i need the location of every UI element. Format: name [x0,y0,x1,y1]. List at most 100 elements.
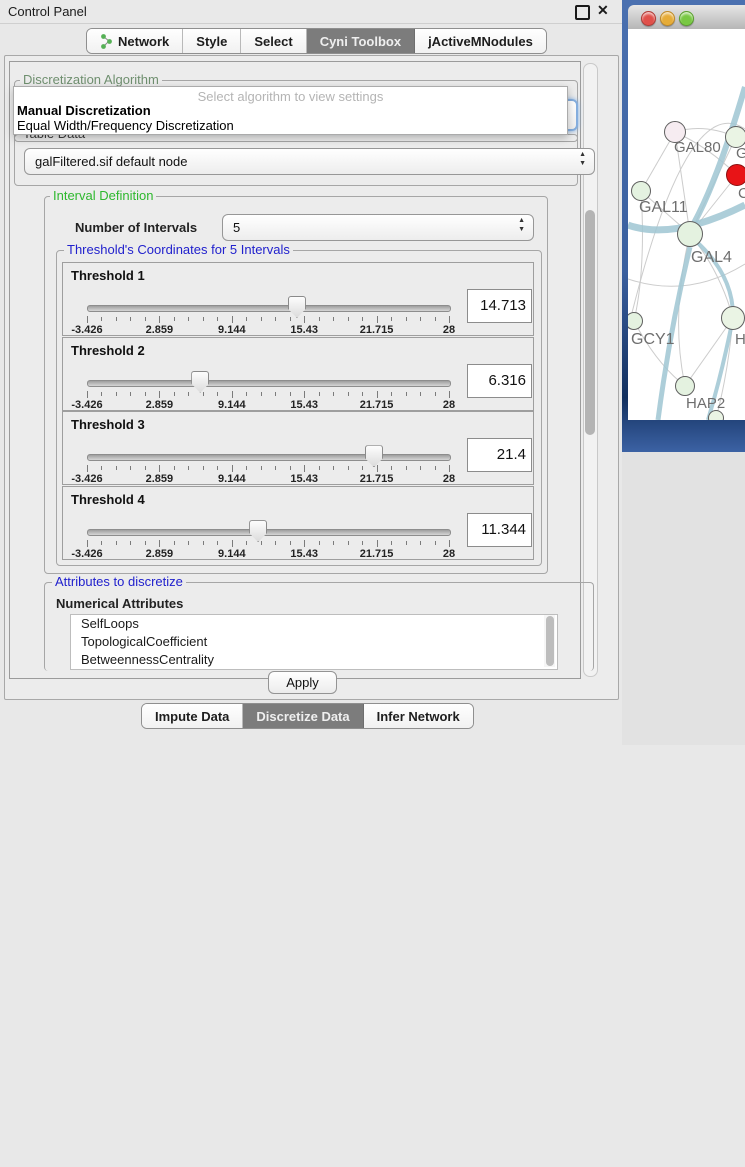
tick-label: 9.144 [218,473,246,485]
apply-button[interactable]: Apply [268,671,337,694]
network-node[interactable] [708,410,724,420]
popup-item-equal-width-frequency[interactable]: Equal Width/Frequency Discretization [17,118,234,133]
numerical-attributes-label: Numerical Attributes [56,596,183,611]
node-label-gcy1: GCY1 [631,331,675,349]
tick-label: -3.426 [71,473,102,485]
tab-label: Impute Data [155,709,229,724]
threshold-1-label: Threshold 1 [71,268,145,283]
control-panel: Control Panel ✕ Network Style Select Cyni T… [0,0,622,745]
tab-network[interactable]: Network [87,29,183,53]
tick-label: 2.859 [146,548,174,560]
tick-label: 28 [443,473,455,485]
tab-label: Style [196,34,227,49]
attribute-item-betweennesscentrality[interactable]: BetweennessCentrality [71,651,557,669]
tab-select[interactable]: Select [241,29,306,53]
tab-label: Infer Network [377,709,460,724]
threshold-2-label: Threshold 2 [71,343,145,358]
tab-label: Select [254,34,292,49]
network-node-gal4[interactable] [677,221,703,247]
slider-tick-labels: -3.4262.8599.14415.4321.71528 [87,473,449,485]
close-traffic-light[interactable] [641,11,656,26]
network-node-gal11[interactable] [631,181,651,201]
zoom-traffic-light[interactable] [679,11,694,26]
tick-label: 15.43 [290,473,318,485]
threshold-1-slider-track[interactable] [87,305,451,312]
tab-impute-data[interactable]: Impute Data [142,704,243,728]
tab-style[interactable]: Style [183,29,241,53]
threshold-2-panel: Threshold 2-3.4262.8599.14415.4321.71528… [62,337,534,411]
node-label-hap2: HAP2 [686,395,725,412]
tick-label: 2.859 [146,399,174,411]
slider-tick-labels: -3.4262.8599.14415.4321.71528 [87,399,449,411]
tick-label: 15.43 [290,399,318,411]
algorithm-group-title: Discretization Algorithm [20,73,162,87]
numerical-attributes-list[interactable]: SelfLoopsTopologicalCoefficientBetweenne… [70,614,558,670]
tab-discretize-data[interactable]: Discretize Data [243,704,363,728]
slider-ticks [87,539,449,548]
tick-label: 21.715 [360,324,394,336]
tab-infer-network[interactable]: Infer Network [364,704,473,728]
slider-tick-labels: -3.4262.8599.14415.4321.71528 [87,548,449,560]
tick-label: 9.144 [218,324,246,336]
slider-ticks [87,390,449,399]
popup-item-manual-discretization[interactable]: Manual Discretization [17,103,151,118]
threshold-4-value-field[interactable]: 11.344 [467,513,532,547]
network-node-hap2[interactable] [675,376,695,396]
cyni-mode-tab-bar: Impute Data Discretize Data Infer Network [141,703,474,729]
spinner-arrows-icon[interactable]: ▲▼ [518,216,525,234]
tab-jactivemnodules[interactable]: jActiveMNodules [415,29,546,53]
close-icon[interactable]: ✕ [597,2,609,19]
threshold-4-panel: Threshold 4-3.4262.8599.14415.4321.71528… [62,486,534,560]
interval-definition-title: Interval Definition [50,189,156,203]
slider-ticks [87,464,449,473]
tab-label: jActiveMNodules [428,34,533,49]
tick-label: 21.715 [360,399,394,411]
network-icon [100,34,113,49]
node-label-gal4: GAL4 [691,249,732,267]
attribute-item-topologicalcoefficient[interactable]: TopologicalCoefficient [71,633,557,651]
number-of-intervals-spinner[interactable]: 5 ▲▼ [222,214,534,241]
tick-label: 2.859 [146,473,174,485]
network-node-c[interactable] [726,164,745,186]
network-canvas[interactable]: GAL80GACGAL11GAL4GCY1HHAP2 [628,29,745,420]
node-label-gal11: GAL11 [639,199,688,217]
tick-label: -3.426 [71,399,102,411]
threshold-3-value-field[interactable]: 21.4 [467,438,532,472]
threshold-3-panel: Threshold 3-3.4262.8599.14415.4321.71528… [62,411,534,485]
tick-label: 2.859 [146,324,174,336]
slider-tick-labels: -3.4262.8599.14415.4321.71528 [87,324,449,336]
thresholds-stack: Threshold 1 -3.426 2.859 9.144 15.43 21.715 28… [62,262,534,558]
node-label-h: H [735,331,745,348]
float-window-icon[interactable] [575,5,590,20]
table-data-combobox[interactable]: galFiltered.sif default node ▲▼ [24,148,595,175]
main-scrollbar-thumb[interactable] [585,210,595,435]
threshold-4-slider-track[interactable] [87,529,451,536]
control-panel-tab-bar: Network Style Select Cyni Toolbox jActiveMNo… [86,28,547,54]
node-label-gal80: GAL80 [674,139,721,156]
tick-label: 9.144 [218,399,246,411]
threshold-coordinates-title: Threshold's Coordinates for 5 Intervals [64,243,293,257]
slider-ticks [87,315,449,324]
network-node-h[interactable] [721,306,745,330]
threshold-2-slider-track[interactable] [87,380,451,387]
panel-title: Control Panel [8,4,87,19]
minimize-traffic-light[interactable] [660,11,675,26]
tick-label: 15.43 [290,324,318,336]
tab-label: Network [118,34,169,49]
tick-label: -3.426 [71,324,102,336]
threshold-3-slider-track[interactable] [87,454,451,461]
tab-label: Cyni Toolbox [320,34,401,49]
tick-label: 21.715 [360,548,394,560]
algorithm-hint-text: Select algorithm to view settings [14,89,567,104]
tick-label: 15.43 [290,548,318,560]
number-of-intervals-label: Number of Intervals [75,220,197,235]
combo-arrows-icon[interactable]: ▲▼ [579,150,586,168]
threshold-4-label: Threshold 4 [71,492,145,507]
node-label-ga: GA [736,145,745,162]
attributes-scrollbar-thumb[interactable] [546,616,554,666]
threshold-2-value-field[interactable]: 6.316 [467,364,532,398]
table-data-selected-value: galFiltered.sif default node [35,154,187,169]
attribute-item-selfloops[interactable]: SelfLoops [71,615,557,633]
tab-cyni-toolbox[interactable]: Cyni Toolbox [307,29,415,53]
threshold-1-value-field[interactable]: 14.713 [467,289,532,323]
